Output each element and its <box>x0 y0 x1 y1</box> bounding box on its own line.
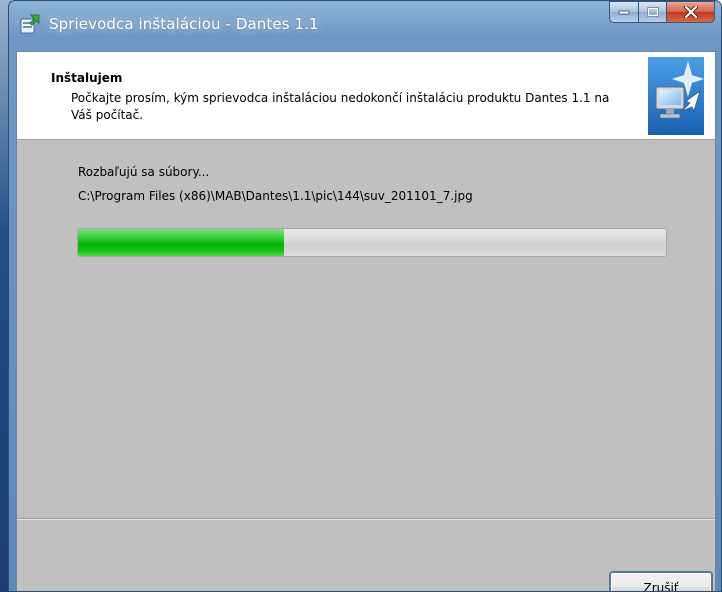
current-file-path: C:\Program Files (x86)\MAB\Dantes\1.1\pi… <box>78 189 473 203</box>
window-title: Sprievodca inštaláciou - Dantes 1.1 <box>49 15 319 33</box>
footer-divider <box>17 518 715 520</box>
progress-bar <box>77 228 667 257</box>
status-text: Rozbaľujú sa súbory... <box>78 165 210 179</box>
minimize-button[interactable] <box>609 1 639 23</box>
maximize-icon <box>646 7 659 17</box>
dialog-client-area: Inštalujem Počkajte prosím, kým sprievod… <box>16 51 716 591</box>
title-bar[interactable]: Sprievodca inštaláciou - Dantes 1.1 <box>9 1 721 51</box>
installer-window: Sprievodca inštaláciou - Dantes 1.1 Inšt… <box>8 0 722 592</box>
installer-icon <box>19 13 41 35</box>
step-title: Inštalujem <box>51 71 123 85</box>
cancel-button[interactable]: Zrušiť <box>609 571 713 591</box>
close-button[interactable] <box>667 1 715 23</box>
close-icon <box>683 6 698 18</box>
minimize-icon <box>618 10 630 15</box>
header-panel: Inštalujem Počkajte prosím, kým sprievod… <box>17 52 715 140</box>
progress-bar-fill <box>78 229 284 256</box>
step-description: Počkajte prosím, kým sprievodca inštalác… <box>71 91 610 122</box>
caption-buttons <box>609 1 715 23</box>
computer-install-icon <box>648 57 704 135</box>
maximize-button[interactable] <box>639 1 667 23</box>
